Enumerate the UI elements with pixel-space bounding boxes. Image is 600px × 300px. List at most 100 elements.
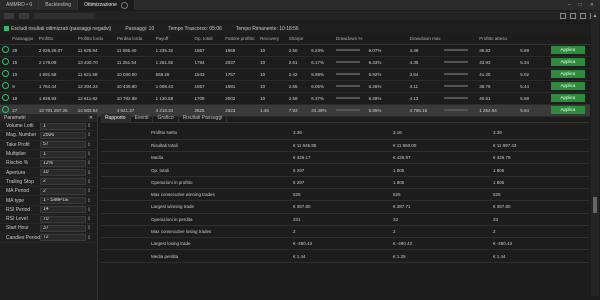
scroll-up-icon[interactable]: ▲ <box>592 13 598 19</box>
parameter-input[interactable]: 70 <box>40 215 86 223</box>
cell-value: 1543 <box>192 68 224 81</box>
parameter-input[interactable]: 12% <box>40 159 86 167</box>
tab-risultati-passaggi[interactable]: Risultati Passaggi <box>179 113 228 123</box>
minimize-icon[interactable]: – <box>568 2 571 8</box>
apply-button[interactable]: Applica <box>550 46 585 54</box>
parameter-input[interactable]: 10 <box>40 169 86 177</box>
stat-value: € 1.44 <box>291 249 391 263</box>
stat-value: € 387.80 <box>291 200 391 214</box>
spin-icon[interactable]: ⇕ <box>86 216 92 222</box>
col-header[interactable] <box>309 34 334 45</box>
stat-label: Max consecutive losing trades <box>101 225 291 239</box>
mini-bar <box>444 73 469 76</box>
stat-row: Risultati totali € 11 946.85 € 11 950.00 € … <box>101 139 589 153</box>
col-header[interactable]: Passaggio <box>10 34 37 45</box>
col-header[interactable] <box>366 34 408 45</box>
tab-ammrd[interactable]: AMMRD • 6 <box>0 0 40 10</box>
scrollbar-thumb[interactable] <box>593 197 597 213</box>
col-header[interactable]: Profitto lordo <box>75 34 115 45</box>
col-header[interactable] <box>518 34 549 45</box>
parameter-input[interactable]: 14 <box>40 206 86 214</box>
stop-icon[interactable] <box>570 12 576 19</box>
spin-icon[interactable]: ⇕ <box>86 170 92 176</box>
col-header[interactable]: Drawdown % <box>333 34 367 45</box>
settings-icon[interactable] <box>580 12 586 19</box>
results-row[interactable]: 28 2 026,26.07 11 626.94 11 595.40 1 235.32 1… <box>0 44 590 57</box>
exclude-negative-checkbox[interactable]: Escludi risultati ottimizzati (passaggi … <box>4 26 111 32</box>
parameter-input[interactable]: 2 <box>40 187 86 195</box>
parameter-name: Candles Period <box>6 234 40 241</box>
parameter-input[interactable]: 1 <box>40 122 86 130</box>
spin-icon[interactable]: ⇕ <box>86 235 92 241</box>
apply-button[interactable]: Applica <box>550 82 585 90</box>
parameter-input[interactable]: 2 <box>40 178 86 186</box>
toolbar-button[interactable] <box>19 12 29 19</box>
close-icon[interactable]: ✕ <box>590 2 594 8</box>
spin-icon[interactable]: ⇕ <box>86 188 92 194</box>
parameter-row: Rischio % 12% ⇕ <box>0 159 97 169</box>
spin-icon[interactable]: ⇕ <box>86 132 92 138</box>
stat-value: 331 <box>291 213 391 226</box>
apply-button[interactable]: Applica <box>550 70 585 78</box>
stat-value: 1 805 <box>391 176 491 189</box>
col-header[interactable]: Drawdown max <box>407 34 443 45</box>
spin-icon[interactable]: ⇕ <box>86 207 92 213</box>
col-header[interactable]: Perdita lorda <box>114 34 154 45</box>
cell-value: 43.93 <box>477 56 519 69</box>
apply-button[interactable]: Applica <box>550 106 585 114</box>
results-header-row: Passaggio Profitto Profitto lordo Perdit… <box>0 34 590 45</box>
check-circle-icon <box>2 70 9 77</box>
vertical-scrollbar[interactable]: ▲ <box>591 11 599 296</box>
spin-icon[interactable]: ⇕ <box>86 123 92 129</box>
cell-value: 6.23% <box>309 44 334 57</box>
parameter-input[interactable]: 57 <box>40 141 86 149</box>
col-header[interactable]: Profitto <box>36 34 76 45</box>
toolbar-button[interactable] <box>4 12 14 19</box>
stat-label: Largest winning trade <box>101 200 291 214</box>
parameter-input[interactable]: 1 - SIMPLE <box>40 197 86 205</box>
parameter-name: Rischio % <box>6 160 29 167</box>
results-row[interactable]: 18 1 828.93 12 611.82 10 782.89 1 130.58 1708… <box>0 92 590 105</box>
cell-value: 10 <box>258 92 287 105</box>
spin-icon[interactable]: ⇕ <box>86 160 92 166</box>
stat-value: € 11 946.85 <box>291 139 391 153</box>
play-icon[interactable] <box>560 12 566 19</box>
spin-icon[interactable]: ⇕ <box>86 198 92 204</box>
cell-value: 5.58 <box>518 92 549 105</box>
results-row[interactable]: 91 764.44 12 204.24 10 439.80 1 008.43 1657 1… <box>0 80 590 93</box>
parameter-input[interactable]: 1 <box>40 150 86 158</box>
close-icon[interactable]: ✕ <box>89 115 93 121</box>
results-row[interactable]: 15 2 176.09 13 430.70 11 251.54 1 261.56 1794… <box>0 56 590 69</box>
spin-icon[interactable]: ⇕ <box>86 151 92 157</box>
col-header[interactable]: Recovery <box>258 34 287 45</box>
cell-value: 1 261.56 <box>153 56 193 69</box>
tab-eventi[interactable]: Eventi <box>131 113 154 123</box>
stat-row: Profitto Netto 3.36 3.16 3.39 <box>101 127 589 140</box>
col-header[interactable]: Op. totali <box>192 34 224 45</box>
maximize-icon[interactable]: □ <box>579 2 582 8</box>
cell-value: 1 235.32 <box>153 44 193 57</box>
parameter-input[interactable]: 72 <box>40 234 86 242</box>
spin-icon[interactable]: ⇕ <box>86 225 92 231</box>
tab-ottimizzazione[interactable]: Ottimizzazione <box>78 0 135 10</box>
parameter-input[interactable]: 37 <box>40 224 86 232</box>
cell-value: 11 595.40 <box>114 44 154 57</box>
col-header[interactable]: Sharpe <box>286 34 310 45</box>
col-header[interactable]: Profitto atteso <box>477 34 519 45</box>
stat-value: € 11 997.43 <box>491 139 589 153</box>
tab-backtesting[interactable]: Backtesting <box>39 0 79 10</box>
spin-icon[interactable]: ⇕ <box>86 179 92 185</box>
parameter-name: Start Hour <box>6 225 29 232</box>
results-row[interactable]: 10 1 591.58 11 621.58 10 030.00 568.26 1543 17… <box>0 68 590 81</box>
parameter-row: RSI Level 70 ⇕ <box>0 215 97 225</box>
col-header[interactable] <box>442 34 478 45</box>
apply-button[interactable]: Applica <box>550 94 585 102</box>
tab-grafico[interactable]: Grafico <box>153 113 179 123</box>
col-header[interactable]: Payoff <box>153 34 193 45</box>
spin-icon[interactable]: ⇕ <box>86 142 92 148</box>
parameter-input[interactable]: 2506 <box>40 131 86 139</box>
apply-button[interactable]: Applica <box>550 58 585 66</box>
col-header[interactable]: Fattore profitto <box>223 34 259 45</box>
check-circle-icon <box>2 94 9 101</box>
tab-rapporto[interactable]: Rapporto <box>101 113 131 123</box>
